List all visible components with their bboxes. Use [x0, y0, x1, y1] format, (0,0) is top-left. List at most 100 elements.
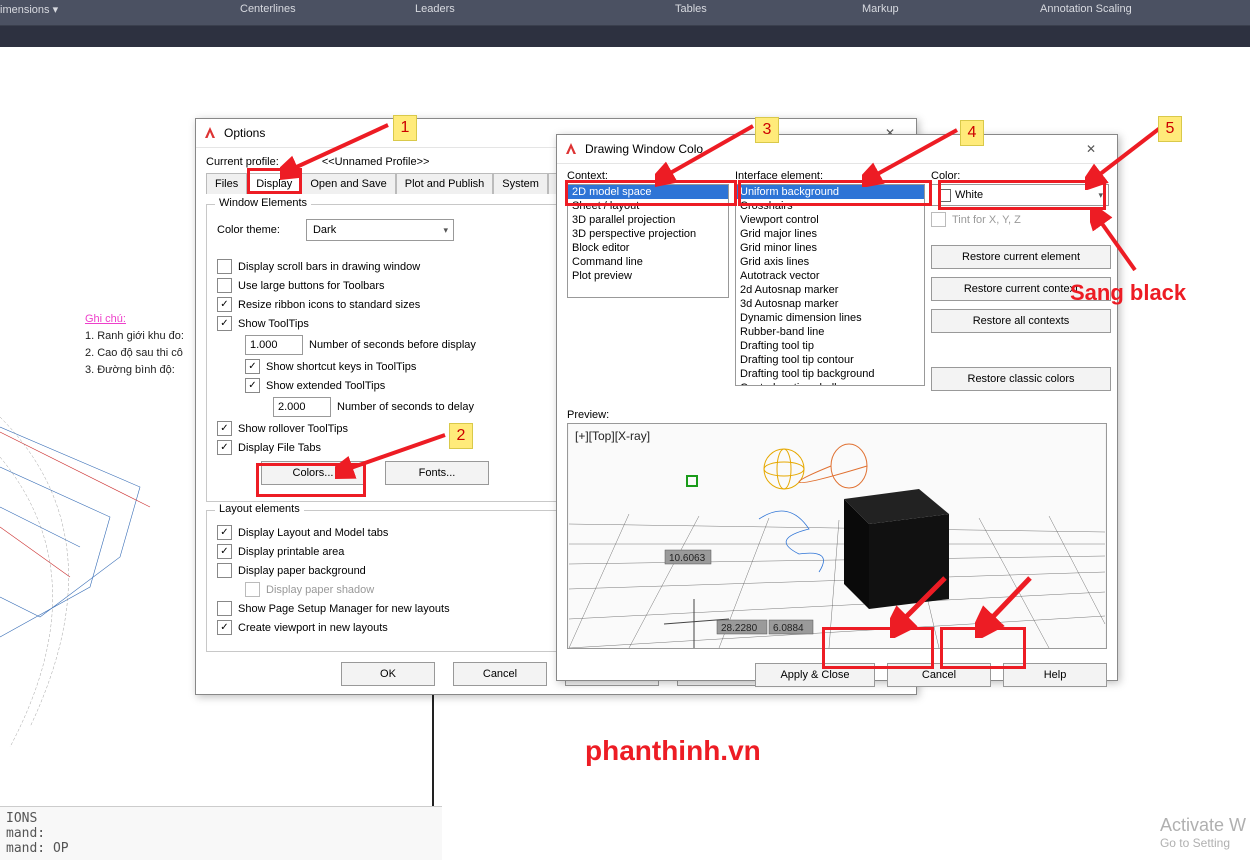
elem-rubberband[interactable]: Rubber-band line: [736, 325, 924, 339]
lbl-rollover-tt: Show rollover ToolTips: [238, 423, 348, 435]
elem-viewport-control[interactable]: Viewport control: [736, 213, 924, 227]
context-item-2d-model-space[interactable]: 2D model space: [568, 185, 728, 199]
restore-all-contexts-button[interactable]: Restore all contexts: [931, 309, 1111, 333]
restore-current-context-button[interactable]: Restore current context: [931, 277, 1111, 301]
preview-box: 10.6063 28.2280 6.0884 [+][Top][X-ray]: [567, 423, 1107, 649]
context-item-3d-parallel[interactable]: 3D parallel projection: [568, 213, 728, 227]
activate-sub: Go to Setting: [1160, 836, 1246, 850]
chk-show-tooltips[interactable]: ✓: [217, 316, 232, 331]
chk-rollover-tt[interactable]: ✓: [217, 421, 232, 436]
tab-files[interactable]: Files: [206, 173, 247, 194]
chk-large-buttons[interactable]: [217, 278, 232, 293]
ribbon-panel-annotation-scaling[interactable]: Annotation Scaling: [1040, 3, 1132, 15]
chk-scrollbars[interactable]: [217, 259, 232, 274]
lbl-shortcut-keys: Show shortcut keys in ToolTips: [266, 361, 416, 373]
context-listbox[interactable]: 2D model space Sheet / layout 3D paralle…: [567, 184, 729, 298]
lbl-file-tabs: Display File Tabs: [238, 442, 321, 454]
dwc-cancel-button[interactable]: Cancel: [887, 663, 991, 687]
layout-elements-group: Layout elements ✓Display Layout and Mode…: [206, 510, 558, 652]
color-dropdown[interactable]: White: [931, 184, 1109, 206]
tab-open-and-save[interactable]: Open and Save: [301, 173, 395, 194]
elem-3d-autosnap[interactable]: 3d Autosnap marker: [736, 297, 924, 311]
tint-xyz-label: Tint for X, Y, Z: [952, 214, 1021, 226]
color-label: Color:: [931, 170, 1083, 182]
ribbon-panel-leaders[interactable]: Leaders: [415, 3, 455, 15]
dwc-titlebar[interactable]: Drawing Window Colo ✕: [557, 135, 1117, 164]
context-item-sheet-layout[interactable]: Sheet / layout: [568, 199, 728, 213]
chk-extended-tt[interactable]: ✓: [245, 378, 260, 393]
drawing-window-colors-dialog: Drawing Window Colo ✕ Context: 2D model …: [556, 134, 1118, 681]
dwc-close-button[interactable]: ✕: [1071, 135, 1111, 163]
elem-autotrack[interactable]: Autotrack vector: [736, 269, 924, 283]
ribbon-panel-centerlines[interactable]: Centerlines: [240, 3, 296, 15]
restore-classic-colors-button[interactable]: Restore classic colors: [931, 367, 1111, 391]
activate-title: Activate W: [1160, 815, 1246, 836]
context-item-block-editor[interactable]: Block editor: [568, 241, 728, 255]
preview-label: Preview:: [567, 409, 1107, 421]
preview-dim1: 10.6063: [669, 553, 706, 564]
color-value: White: [955, 189, 983, 201]
elem-crosshairs[interactable]: Crosshairs: [736, 199, 924, 213]
tooltip-seconds-input[interactable]: 1.000: [245, 335, 303, 355]
ribbon-faded-left: imensions ▾: [0, 3, 58, 16]
activate-windows-overlay: Activate W Go to Setting: [1160, 815, 1250, 850]
chk-shortcut-keys[interactable]: ✓: [245, 359, 260, 374]
ribbon-panel-markup[interactable]: Markup: [862, 3, 899, 15]
lbl-paper-bg: Display paper background: [238, 565, 366, 577]
chk-viewport[interactable]: ✓: [217, 620, 232, 635]
context-item-3d-perspective[interactable]: 3D perspective projection: [568, 227, 728, 241]
current-profile-label: Current profile:: [206, 156, 279, 168]
chk-page-setup[interactable]: [217, 601, 232, 616]
chk-printable[interactable]: ✓: [217, 544, 232, 559]
preview-dim2: 28.2280: [721, 623, 758, 634]
restore-current-element-button[interactable]: Restore current element: [931, 245, 1111, 269]
note-line-1: 1. Ranh giới khu đo:: [85, 328, 184, 345]
fonts-button[interactable]: Fonts...: [385, 461, 489, 485]
elem-drafting-tooltip-contour[interactable]: Drafting tool tip contour: [736, 353, 924, 367]
interface-element-listbox[interactable]: Uniform background Crosshairs Viewport c…: [735, 184, 925, 386]
elem-grid-major[interactable]: Grid major lines: [736, 227, 924, 241]
colors-button[interactable]: Colors...: [261, 461, 365, 485]
elem-2d-autosnap[interactable]: 2d Autosnap marker: [736, 283, 924, 297]
options-ok-button[interactable]: OK: [341, 662, 435, 686]
interface-element-label: Interface element:: [735, 170, 925, 182]
command-line-area[interactable]: IONS mand: mand: OP: [0, 806, 442, 860]
elem-drafting-tooltip[interactable]: Drafting tool tip: [736, 339, 924, 353]
tab-plot-and-publish[interactable]: Plot and Publish: [396, 173, 494, 194]
apply-and-close-button[interactable]: Apply & Close: [755, 663, 875, 687]
elem-dyn-dimension[interactable]: Dynamic dimension lines: [736, 311, 924, 325]
color-theme-select[interactable]: Dark: [306, 219, 454, 241]
extended-seconds-label: Number of seconds to delay: [337, 401, 474, 413]
chk-resize-ribbon[interactable]: ✓: [217, 297, 232, 312]
cmd-line-3: mand: OP: [6, 841, 436, 856]
lbl-show-tooltips: Show ToolTips: [238, 318, 309, 330]
elem-grid-minor[interactable]: Grid minor lines: [736, 241, 924, 255]
tab-display[interactable]: Display: [247, 173, 301, 194]
context-label: Context:: [567, 170, 729, 182]
autocad-logo-icon: [563, 141, 579, 157]
elem-drafting-tooltip-bg[interactable]: Drafting tool tip background: [736, 367, 924, 381]
tab-system[interactable]: System: [493, 173, 548, 194]
preview-caption: [+][Top][X-ray]: [575, 429, 650, 443]
lbl-scrollbars: Display scroll bars in drawing window: [238, 261, 420, 273]
elem-grid-axis[interactable]: Grid axis lines: [736, 255, 924, 269]
options-cancel-button[interactable]: Cancel: [453, 662, 547, 686]
ribbon-panel-tables[interactable]: Tables: [675, 3, 707, 15]
context-item-command-line[interactable]: Command line: [568, 255, 728, 269]
chk-paper-bg[interactable]: [217, 563, 232, 578]
chk-layout-tabs[interactable]: ✓: [217, 525, 232, 540]
window-elements-legend: Window Elements: [215, 197, 311, 209]
dwc-help-button[interactable]: Help: [1003, 663, 1107, 687]
elem-cv-hull[interactable]: Control vertices hull: [736, 381, 924, 386]
extended-seconds-input[interactable]: 2.000: [273, 397, 331, 417]
context-item-plot-preview[interactable]: Plot preview: [568, 269, 728, 283]
lbl-layout-tabs: Display Layout and Model tabs: [238, 527, 388, 539]
dwc-title: Drawing Window Colo: [585, 142, 703, 156]
lbl-viewport: Create viewport in new layouts: [238, 622, 388, 634]
lbl-printable: Display printable area: [238, 546, 344, 558]
lbl-large-buttons: Use large buttons for Toolbars: [238, 280, 385, 292]
preview-dim3: 6.0884: [773, 623, 804, 634]
current-profile-name: <<Unnamed Profile>>: [322, 156, 430, 168]
chk-file-tabs[interactable]: ✓: [217, 440, 232, 455]
elem-uniform-background[interactable]: Uniform background: [736, 185, 924, 199]
